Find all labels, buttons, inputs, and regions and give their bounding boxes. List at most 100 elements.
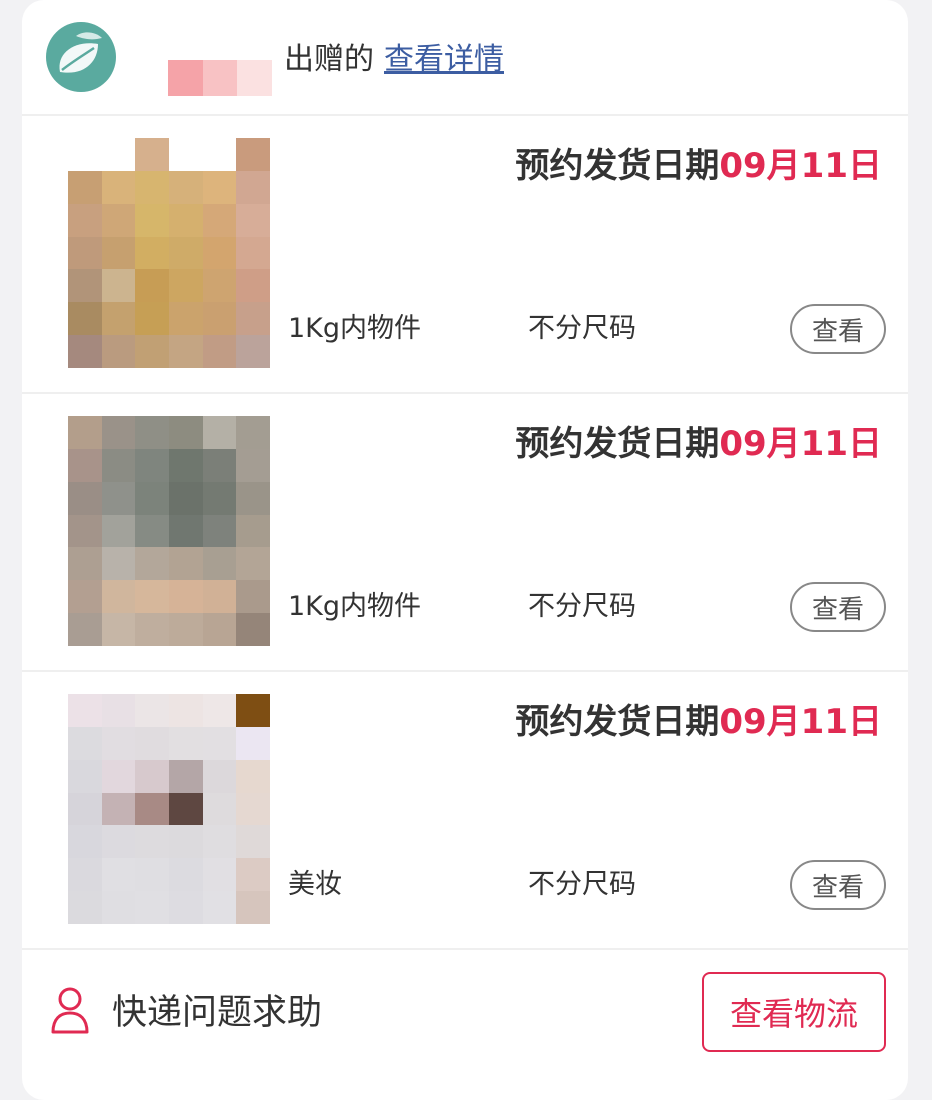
thumbnail-pixel: [202, 825, 237, 859]
thumbnail-pixel: [68, 269, 102, 303]
thumbnail-pixel: [135, 613, 169, 646]
thumbnail-pixel: [135, 335, 169, 368]
list-item: 预约发货日期09月11日 1Kg内物件 不分尺码 查看: [22, 394, 908, 672]
thumbnail-pixel: [169, 891, 203, 924]
thumbnail-pixel: [101, 514, 136, 548]
thumbnail-pixel: [135, 269, 169, 303]
thumbnail-pixel: [202, 694, 237, 727]
thumbnail-pixel: [236, 726, 270, 760]
thumbnail-pixel: [202, 335, 237, 368]
thumbnail-pixel: [68, 302, 102, 336]
thumbnail-pixel: [135, 481, 169, 515]
thumbnail-pixel: [169, 335, 203, 368]
thumbnail-pixel: [68, 858, 102, 892]
thumbnail-pixel: [202, 580, 237, 614]
thumbnail-pixel: [236, 335, 270, 368]
item-size: 不分尺码: [528, 591, 636, 622]
thumbnail-pixel: [135, 891, 169, 924]
thumbnail-pixel: [169, 481, 203, 515]
item-category: 1Kg内物件: [288, 591, 422, 622]
thumbnail-pixel: [202, 613, 237, 646]
thumbnail-pixel: [68, 759, 102, 793]
thumbnail-pixel: [135, 792, 169, 826]
thumbnail-pixel: [101, 580, 136, 614]
thumbnail-pixel: [135, 825, 169, 859]
thumbnail-pixel: [135, 416, 169, 449]
thumbnail-pixel: [202, 547, 237, 581]
item-category: 1Kg内物件: [288, 313, 422, 344]
ship-date-value: 09月11日: [719, 702, 882, 742]
ship-date-label: 预约发货日期: [515, 702, 720, 742]
ship-date-value: 09月11日: [719, 146, 882, 186]
thumbnail-pixel: [101, 792, 136, 826]
view-item-button[interactable]: 查看: [790, 582, 886, 632]
redaction-block: [237, 60, 273, 96]
thumbnail-pixel: [202, 759, 237, 793]
thumbnail-pixel: [135, 203, 169, 237]
thumbnail-pixel: [236, 170, 270, 204]
redaction-block: [202, 60, 238, 96]
thumbnail-pixel: [101, 448, 136, 482]
delivery-help[interactable]: 快递问题求助: [50, 984, 322, 1035]
thumbnail-pixel: [101, 236, 136, 270]
gift-info: 出赠的 查看详情: [284, 34, 504, 78]
thumbnail-pixel: [169, 514, 203, 548]
thumbnail-pixel: [202, 416, 237, 449]
thumbnail-pixel: [101, 694, 136, 727]
thumbnail-pixel: [101, 269, 136, 303]
thumbnail-pixel: [68, 416, 102, 449]
thumbnail-pixel: [101, 170, 136, 204]
thumbnail-pixel: [236, 138, 270, 171]
thumbnail-pixel: [169, 448, 203, 482]
thumbnail-pixel: [169, 203, 203, 237]
gift-header: 出赠的 查看详情: [22, 0, 908, 116]
ship-date-value: 09月11日: [719, 424, 882, 464]
thumbnail-pixel: [169, 236, 203, 270]
thumbnail-pixel: [202, 170, 237, 204]
thumbnail-pixel: [68, 203, 102, 237]
redaction-block: [168, 60, 203, 96]
view-logistics-button[interactable]: 查看物流: [702, 972, 886, 1052]
item-size: 不分尺码: [528, 869, 636, 900]
order-card: 出赠的 查看详情 预约发货日期09月11日 1Kg内物件 不分尺码 查看 预约发货…: [22, 0, 908, 1100]
view-item-button[interactable]: 查看: [790, 860, 886, 910]
ship-date: 预约发货日期09月11日: [515, 138, 882, 187]
thumbnail-pixel: [236, 236, 270, 270]
thumbnail-pixel: [101, 547, 136, 581]
ship-date: 预约发货日期09月11日: [515, 694, 882, 743]
thumbnail-pixel: [169, 726, 203, 760]
item-size: 不分尺码: [528, 313, 636, 344]
thumbnail-pixel: [101, 335, 136, 368]
thumbnail-pixel: [68, 481, 102, 515]
thumbnail-pixel: [135, 302, 169, 336]
thumbnail-pixel: [236, 858, 270, 892]
thumbnail-pixel: [202, 302, 237, 336]
thumbnail-pixel: [101, 302, 136, 336]
thumbnail-pixel: [101, 825, 136, 859]
thumbnail-pixel: [236, 759, 270, 793]
thumbnail-pixel: [101, 759, 136, 793]
ship-date-label: 预约发货日期: [515, 424, 720, 464]
thumbnail-pixel: [68, 792, 102, 826]
thumbnail-pixel: [68, 694, 102, 727]
thumbnail-pixel: [135, 858, 169, 892]
thumbnail-pixel: [101, 203, 136, 237]
view-item-button[interactable]: 查看: [790, 304, 886, 354]
thumbnail-pixel: [169, 170, 203, 204]
thumbnail-pixel: [68, 138, 102, 171]
thumbnail-pixel: [169, 547, 203, 581]
thumbnail-pixel: [236, 203, 270, 237]
thumbnail-pixel: [68, 448, 102, 482]
thumbnail-pixel: [135, 448, 169, 482]
ship-date-label: 预约发货日期: [515, 146, 720, 186]
view-details-link[interactable]: 查看详情: [384, 42, 504, 77]
thumbnail-pixel: [236, 448, 270, 482]
product-thumbnail: [68, 416, 270, 646]
thumbnail-pixel: [202, 514, 237, 548]
ship-date: 预约发货日期09月11日: [515, 416, 882, 465]
thumbnail-pixel: [101, 891, 136, 924]
thumbnail-pixel: [101, 416, 136, 449]
thumbnail-pixel: [202, 203, 237, 237]
thumbnail-pixel: [68, 726, 102, 760]
thumbnail-pixel: [202, 891, 237, 924]
